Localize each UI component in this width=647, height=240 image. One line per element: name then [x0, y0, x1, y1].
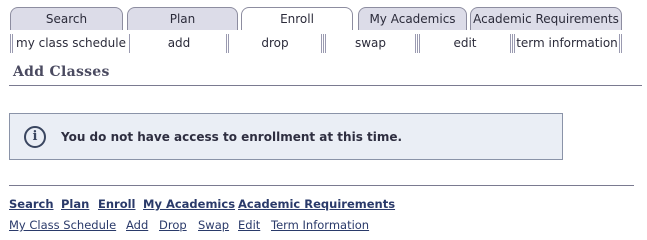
tab-search[interactable]: Search — [10, 7, 123, 30]
footer-link-academic-requirements[interactable]: Academic Requirements — [238, 197, 395, 211]
subnav-swap[interactable]: swap — [323, 34, 418, 53]
footer-link-term-information[interactable]: Term Information — [271, 218, 369, 232]
tab-enroll[interactable]: Enroll — [241, 7, 353, 30]
subnav-add[interactable]: add — [131, 34, 227, 53]
tab-plan[interactable]: Plan — [127, 7, 238, 30]
tab-my-academics[interactable]: My Academics — [358, 7, 467, 30]
subnav-drop[interactable]: drop — [226, 34, 324, 53]
footer-link-my-academics[interactable]: My Academics — [143, 197, 235, 211]
footer-link-my-class-schedule[interactable]: My Class Schedule — [9, 218, 116, 232]
sub-navigation: my class schedule add drop swap edit ter… — [10, 34, 622, 54]
page-title: Add Classes — [13, 64, 110, 80]
footer-link-drop[interactable]: Drop — [159, 218, 187, 232]
info-alert: i You do not have access to enrollment a… — [9, 113, 563, 160]
info-icon: i — [24, 126, 46, 148]
footer-link-search[interactable]: Search — [9, 197, 54, 211]
footer-link-add[interactable]: Add — [126, 218, 148, 232]
footer-link-swap[interactable]: Swap — [198, 218, 229, 232]
subnav-term-information[interactable]: term information — [512, 34, 622, 53]
footer-link-plan[interactable]: Plan — [61, 197, 89, 211]
footer-divider — [9, 185, 634, 186]
title-divider — [9, 85, 642, 86]
subnav-edit[interactable]: edit — [417, 34, 513, 53]
subnav-my-class-schedule[interactable]: my class schedule — [10, 34, 132, 53]
tab-academic-requirements[interactable]: Academic Requirements — [470, 7, 622, 30]
alert-message: You do not have access to enrollment at … — [61, 130, 403, 144]
footer-link-edit[interactable]: Edit — [238, 218, 260, 232]
footer-link-enroll[interactable]: Enroll — [98, 197, 136, 211]
